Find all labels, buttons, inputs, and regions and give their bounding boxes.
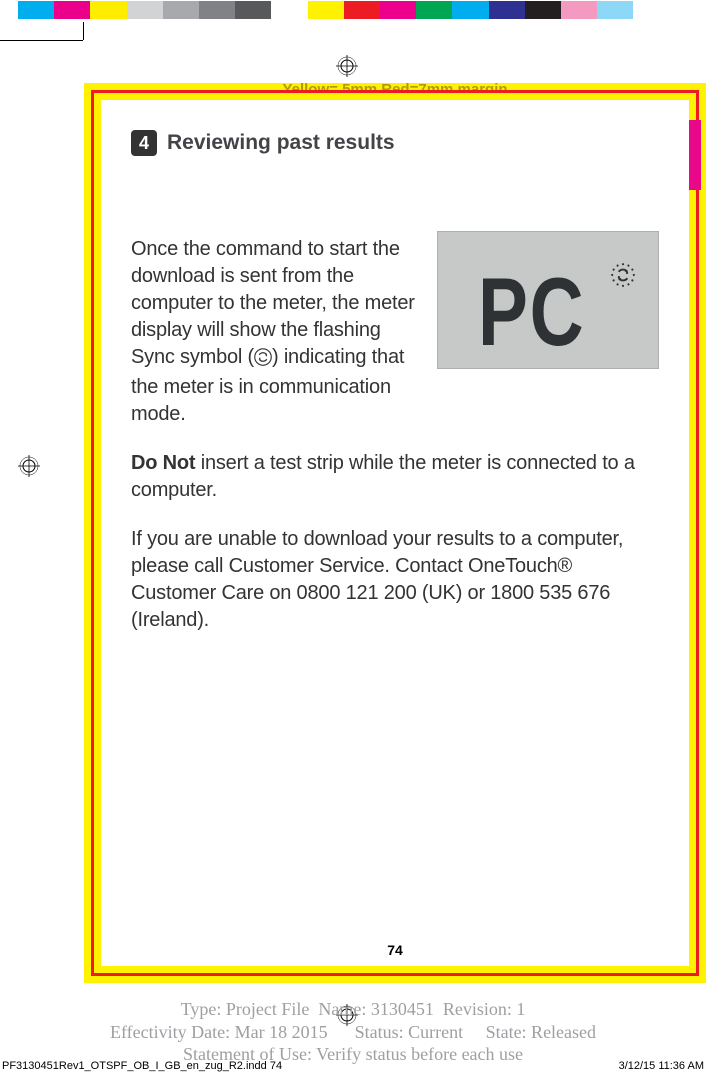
sync-icon-inline: [254, 347, 272, 374]
page-outer-yellow: Yellow= 5mm Red=7mm margin 4 Reviewing p…: [84, 83, 706, 983]
paragraph-2-bold: Do Not: [131, 452, 195, 474]
registration-mark-left: [18, 455, 40, 477]
source-filename: PF3130451Rev1_OTSPF_OB_I_GB_en_zug_R2.in…: [2, 1060, 282, 1072]
press-color-bar: [18, 1, 706, 19]
section-title: Reviewing past results: [167, 131, 395, 155]
paragraph-2: Do Not insert a test strip while the met…: [131, 450, 659, 504]
page-inner-yellow: 4 Reviewing past results Once the comman…: [94, 93, 696, 973]
export-timestamp: 3/12/15 11:36 AM: [619, 1060, 704, 1072]
meta-line-2: Effectivity Date: Mar 18 2015 Status: Cu…: [0, 1021, 706, 1044]
section-tab-marker: [689, 120, 701, 190]
section-number-badge: 4: [131, 130, 157, 156]
crop-tick-v: [83, 22, 84, 40]
meta-line-1: Type: Project File Name: 3130451 Revisio…: [0, 998, 706, 1021]
paragraph-2-rest: insert a test strip while the meter is c…: [131, 452, 635, 501]
page-number: 74: [101, 942, 689, 958]
lcd-pc-text: PC: [478, 256, 585, 368]
document-metadata: Type: Project File Name: 3130451 Revisio…: [0, 998, 706, 1066]
meter-lcd-illustration: PC: [437, 231, 659, 369]
sync-icon-lcd: [610, 262, 636, 293]
section-heading: 4 Reviewing past results: [131, 130, 659, 156]
paragraph-1: Once the command to start the download i…: [131, 236, 417, 428]
crop-tick-h: [0, 40, 83, 41]
page-red-margin: 4 Reviewing past results Once the comman…: [91, 90, 699, 976]
registration-mark-top: [336, 55, 358, 77]
page-content-area: 4 Reviewing past results Once the comman…: [101, 100, 689, 966]
paragraph-3: If you are unable to download your resul…: [131, 526, 659, 634]
